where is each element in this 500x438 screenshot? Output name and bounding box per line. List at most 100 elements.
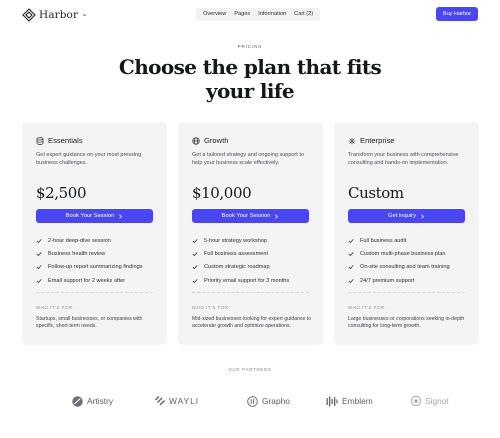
get-inquiry-button[interactable]: Get inquiry — [348, 209, 465, 223]
nav-information[interactable]: Information — [254, 8, 290, 21]
plan-name: Enterprise — [360, 136, 395, 145]
feature-text: Custom multi-phase business plan — [360, 251, 446, 258]
buy-harbor-button[interactable]: Buy Harbor — [436, 7, 478, 21]
database-icon — [36, 136, 44, 145]
signot-logo-icon — [411, 396, 421, 406]
plan-description: Get expert guidance on your most pressin… — [36, 152, 142, 166]
audience-text: Large businesses or corporations seeking… — [348, 316, 465, 330]
nav-overview[interactable]: Overview — [199, 8, 230, 21]
partner-logo-grapho: Grapho — [247, 393, 290, 409]
check-icon — [348, 238, 354, 243]
nav-cart[interactable]: Cart (2) — [290, 8, 317, 21]
feature-item: Full business audit — [348, 234, 468, 247]
divider — [36, 292, 153, 293]
feature-text: 5-hour strategy workshop — [204, 237, 268, 244]
section-eyebrow: PRICING — [237, 44, 263, 49]
emblem-logo-icon — [326, 396, 338, 406]
page-title: Choose the plan that fits your life — [0, 55, 500, 103]
feature-text: Follow-up report summarizing findings — [48, 264, 143, 271]
button-label: Book Your Session — [221, 213, 271, 219]
feature-item: 24/7 premium support — [348, 274, 468, 287]
feature-text: Business health review — [48, 251, 106, 258]
plan-card-enterprise: Enterprise Transform your business with … — [334, 122, 479, 345]
feature-text: Full business audit — [360, 237, 407, 244]
chevron-right-icon — [421, 214, 425, 218]
button-label: Get inquiry — [387, 213, 417, 219]
page-title-line-2: your life — [205, 79, 295, 103]
check-icon — [192, 252, 198, 257]
feature-list: 5-hour strategy workshop Full business a… — [192, 234, 312, 288]
feature-item: Email support for 2 weeks after — [36, 274, 156, 287]
feature-item: Full business assessment — [192, 247, 312, 260]
plan-price: $10,000 — [192, 184, 252, 202]
book-session-button[interactable]: Book Your Session — [192, 209, 309, 223]
plan-description: Get a tailored strategy and ongoing supp… — [192, 152, 304, 166]
check-icon — [348, 252, 354, 257]
sparkle-icon — [348, 137, 356, 144]
partner-name: Artistry — [87, 396, 114, 406]
feature-text: 2-hour deep-dive session — [48, 237, 111, 244]
plan-price: $2,500 — [36, 184, 87, 202]
partner-name: Signot — [425, 396, 449, 406]
plan-card-growth: Growth Get a tailored strategy and ongoi… — [178, 122, 323, 345]
feature-text: On-site consulting and team training — [360, 264, 450, 271]
feature-item: Custom multi-phase business plan — [348, 247, 468, 260]
feature-item: 5-hour strategy workshop — [192, 234, 312, 247]
plan-header: Essentials — [36, 136, 83, 145]
check-icon — [36, 265, 42, 270]
divider — [192, 292, 309, 293]
audience-label: WHO IT'S FOR: — [192, 305, 231, 310]
nav-pages[interactable]: Pages — [230, 8, 254, 21]
check-icon — [36, 238, 42, 243]
check-icon — [36, 252, 42, 257]
partners-label: OUR PARTNERS — [228, 367, 272, 372]
plan-price: Custom — [348, 184, 404, 202]
trademark-mark: ™ — [82, 12, 87, 18]
buy-harbor-label: Buy Harbor — [442, 11, 472, 17]
feature-text: Custom strategic roadmap — [204, 264, 270, 271]
plan-header: Growth — [192, 136, 228, 145]
feature-item: 2-hour deep-dive session — [36, 234, 156, 247]
feature-item: Priority email support for 3 months — [192, 274, 312, 287]
plan-name: Essentials — [48, 136, 83, 145]
artistry-logo-icon — [72, 395, 83, 407]
brand-name: Harbor — [39, 9, 79, 21]
audience-label: WHO IT'S FOR: — [36, 305, 75, 310]
page-title-line-1: Choose the plan that fits — [118, 55, 382, 79]
grapho-logo-icon — [247, 395, 258, 407]
check-icon — [36, 278, 42, 284]
feature-text: Full business assessment — [204, 251, 269, 258]
brand-logo[interactable]: Harbor ™ — [22, 8, 86, 22]
chevron-right-icon — [119, 214, 123, 218]
audience-text: Startups, small businesses, or companies… — [36, 316, 143, 330]
feature-text: Priority email support for 3 months — [204, 277, 290, 284]
feature-list: 2-hour deep-dive session Business health… — [36, 234, 156, 288]
partner-logo-emblem: Emblem — [326, 393, 373, 409]
chevron-right-icon — [275, 214, 279, 218]
book-session-button[interactable]: Book Your Session — [36, 209, 153, 223]
feature-item: Follow-up report summarizing findings — [36, 261, 156, 274]
site-header: Harbor ™ Overview Pages Information Cart … — [0, 0, 500, 30]
divider — [348, 292, 465, 293]
globe-icon — [192, 136, 200, 145]
partner-logo-artistry: Artistry — [72, 393, 113, 409]
plan-card-essentials: Essentials Get expert guidance on your m… — [22, 122, 167, 345]
plan-description: Transform your business with comprehensi… — [348, 152, 459, 166]
main-nav: Overview Pages Information Cart (2) — [196, 8, 321, 21]
audience-label: WHO IT'S FOR: — [348, 305, 387, 310]
check-icon — [348, 278, 354, 284]
partner-logo-signot: Signot — [411, 393, 449, 409]
check-icon — [192, 265, 198, 270]
feature-text: Email support for 2 weeks after — [48, 277, 126, 284]
plan-name: Growth — [204, 136, 229, 145]
partner-logo-wayli: WAYLI — [155, 393, 199, 409]
button-label: Book Your Session — [65, 213, 115, 219]
wayli-logo-icon — [155, 396, 165, 406]
partner-name: Emblem — [342, 396, 373, 406]
feature-list: Full business audit Custom multi-phase b… — [348, 234, 468, 288]
plan-header: Enterprise — [348, 136, 395, 145]
check-icon — [348, 265, 354, 270]
check-icon — [192, 238, 198, 243]
harbor-logo-icon — [22, 8, 36, 22]
feature-item: On-site consulting and team training — [348, 261, 468, 274]
